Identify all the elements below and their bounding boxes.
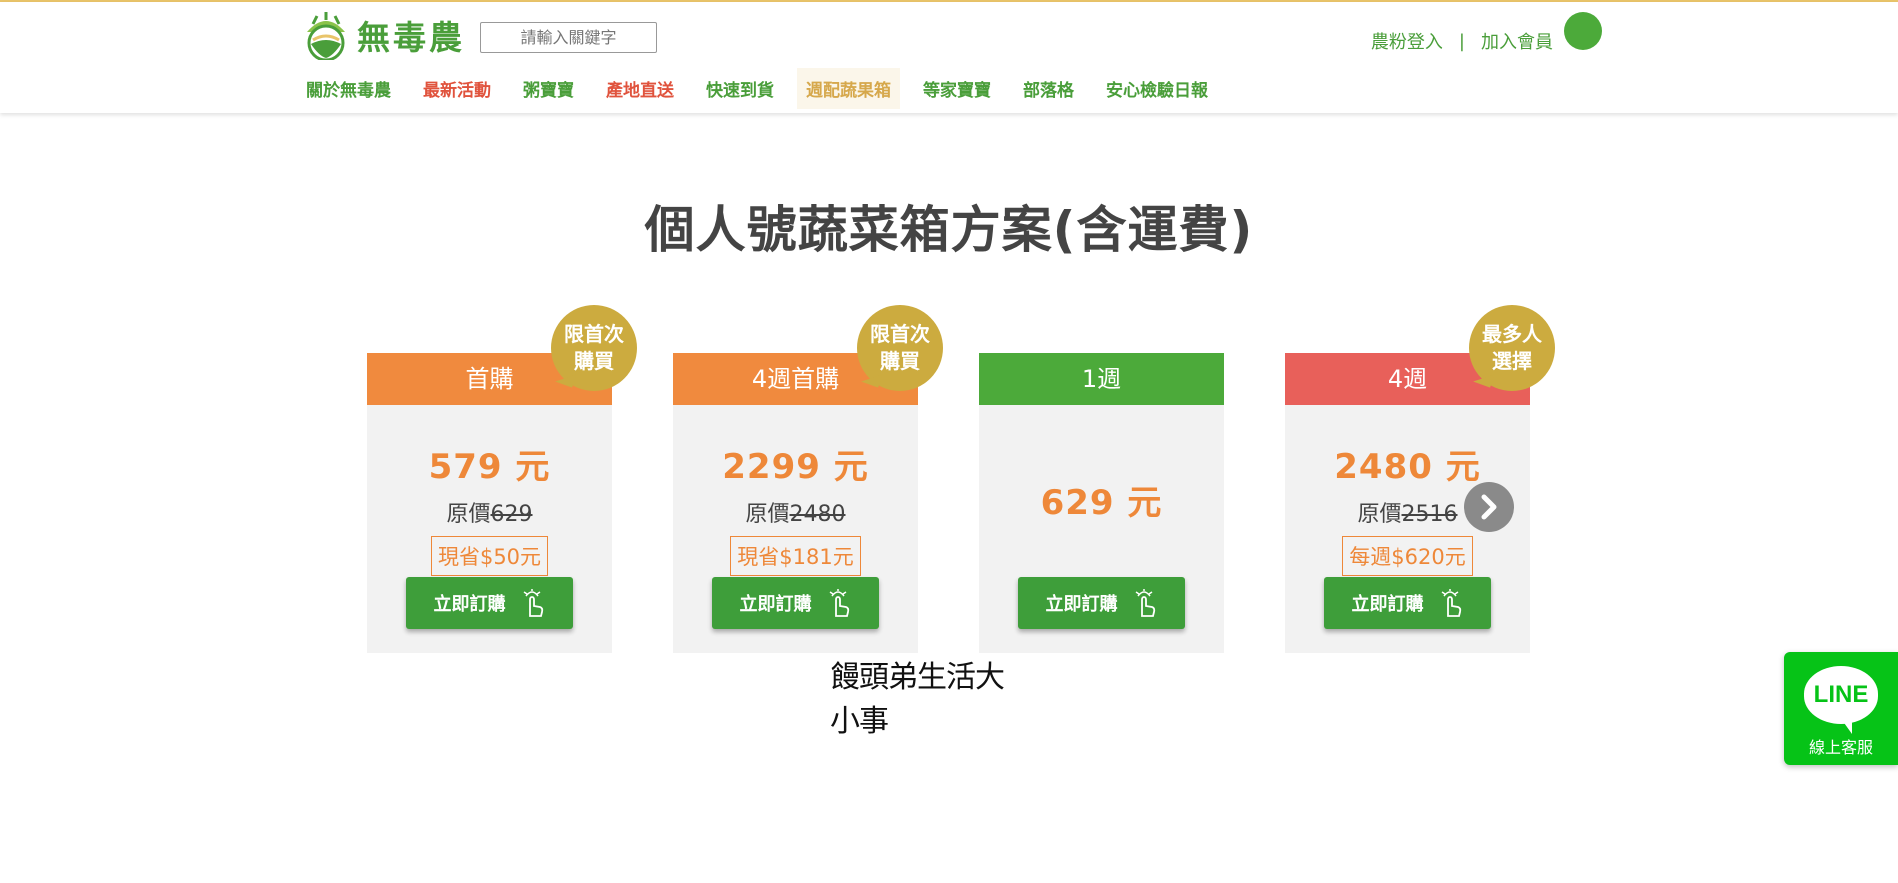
nav-item-inspection[interactable]: 安心檢驗日報 xyxy=(1097,68,1217,109)
main-nav: 關於無毒農 最新活動 粥寶寶 產地直送 快速到貨 週配蔬果箱 等家寶寶 部落格 … xyxy=(297,67,1231,109)
line-logo-icon: LINE xyxy=(1804,666,1878,734)
plan-badge: 限首次 購買 xyxy=(857,305,943,391)
auth-links: 農粉登入 | 加入會員 xyxy=(1371,28,1553,54)
site-header: 無毒農 農粉登入 | 加入會員 關於無毒農 最新活動 粥寶寶 產地直送 快速到貨… xyxy=(0,2,1898,113)
order-button-label: 立即訂購 xyxy=(739,594,812,615)
logo-icon xyxy=(307,12,345,60)
cart-icon[interactable] xyxy=(1564,12,1602,50)
line-chat-widget[interactable]: LINE 線上客服 xyxy=(1784,652,1898,765)
signup-link[interactable]: 加入會員 xyxy=(1481,28,1553,54)
plan-price: 629 元 xyxy=(1040,483,1163,523)
order-button-label: 立即訂購 xyxy=(1351,594,1424,615)
tap-hand-icon xyxy=(829,589,849,617)
orig-prefix: 原價 xyxy=(1357,502,1402,527)
badge-line-2: 選擇 xyxy=(1492,349,1532,373)
plan-original-price: 原價2480 xyxy=(673,496,918,528)
login-link[interactable]: 農粉登入 xyxy=(1371,28,1443,54)
nav-item-news[interactable]: 最新活動 xyxy=(414,68,500,109)
tap-hand-icon xyxy=(1135,589,1155,617)
chevron-right-icon xyxy=(1481,494,1497,520)
orig-value: 2516 xyxy=(1401,502,1458,527)
logo-text: 無毒農 xyxy=(357,18,465,57)
order-button-label: 立即訂購 xyxy=(1045,594,1118,615)
tap-hand-icon xyxy=(523,589,543,617)
watermark-text: 饅頭弟生活大小事 xyxy=(830,660,1005,739)
plan-price: 579 元 xyxy=(428,447,551,487)
carousel-next-button[interactable] xyxy=(1464,482,1514,532)
auth-separator: | xyxy=(1458,30,1465,52)
badge-line-2: 購買 xyxy=(880,349,920,373)
line-logo-text: LINE xyxy=(1813,681,1869,708)
badge-line-1: 最多人 xyxy=(1482,322,1542,346)
site-logo[interactable]: 無毒農 xyxy=(303,10,465,60)
nav-item-weekly-box[interactable]: 週配蔬果箱 xyxy=(797,67,900,109)
page-title: 個人號蔬菜箱方案(含運費) xyxy=(644,201,1254,259)
plan-savings: 現省$50元 xyxy=(430,536,549,576)
plan-name: 1週 xyxy=(979,353,1224,405)
nav-item-fast-delivery[interactable]: 快速到貨 xyxy=(697,68,783,109)
plan-badge: 限首次 購買 xyxy=(551,305,637,391)
order-button[interactable]: 立即訂購 xyxy=(406,577,573,629)
plan-badge: 最多人 選擇 xyxy=(1469,305,1555,391)
order-button-label: 立即訂購 xyxy=(433,594,506,615)
badge-line-1: 限首次 xyxy=(564,322,624,346)
order-button[interactable]: 立即訂購 xyxy=(712,577,879,629)
line-widget-label: 線上客服 xyxy=(1808,738,1873,757)
orig-value: 629 xyxy=(490,502,533,527)
badge-line-1: 限首次 xyxy=(870,322,930,346)
order-button[interactable]: 立即訂購 xyxy=(1018,577,1185,629)
nav-item-porridge[interactable]: 粥寶寶 xyxy=(514,68,583,109)
tap-hand-icon xyxy=(1441,589,1461,617)
search-input[interactable] xyxy=(480,22,657,53)
nav-item-blog[interactable]: 部落格 xyxy=(1014,68,1083,109)
badge-line-2: 購買 xyxy=(574,349,614,373)
orig-prefix: 原價 xyxy=(446,502,491,527)
orig-prefix: 原價 xyxy=(745,502,790,527)
plan-price: 2480 元 xyxy=(1334,447,1481,487)
nav-item-wait-baby[interactable]: 等家寶寶 xyxy=(914,68,1000,109)
plan-savings: 每週$620元 xyxy=(1342,536,1473,576)
nav-item-about[interactable]: 關於無毒農 xyxy=(297,68,400,109)
plan-card-4week-first: 4週首購 2299 元 原價2480 現省$181元 立即訂購 xyxy=(673,353,918,653)
plan-card-first-purchase: 首購 579 元 原價629 現省$50元 立即訂購 xyxy=(367,353,612,653)
plan-savings: 現省$181元 xyxy=(730,536,861,576)
orig-value: 2480 xyxy=(789,502,846,527)
plan-original-price: 原價629 xyxy=(367,496,612,528)
order-button[interactable]: 立即訂購 xyxy=(1324,577,1491,629)
plan-price: 2299 元 xyxy=(722,447,869,487)
plan-card-1week: 1週 629 元 立即訂購 xyxy=(979,353,1224,653)
nav-item-direct[interactable]: 產地直送 xyxy=(597,68,683,109)
